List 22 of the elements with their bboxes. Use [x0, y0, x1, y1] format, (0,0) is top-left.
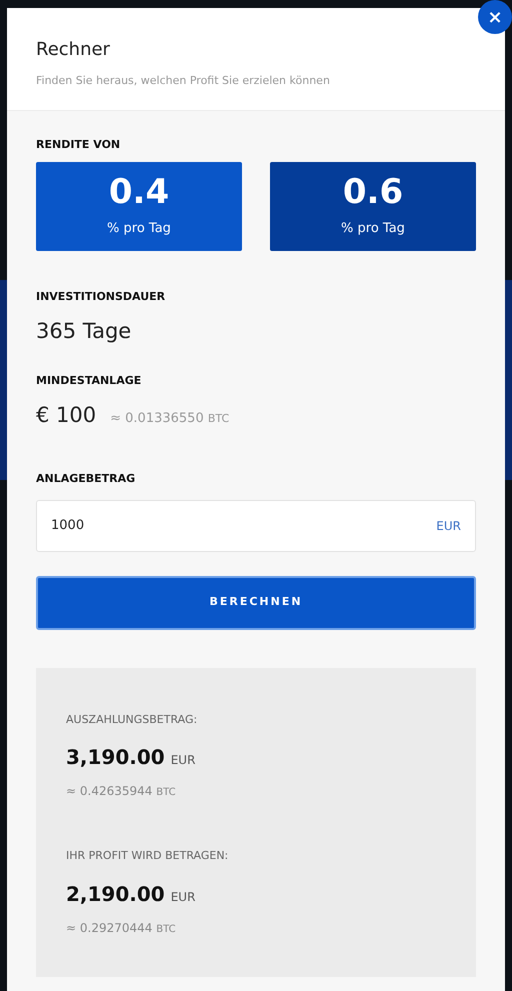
result-label: IHR PROFIT WIRD BETRAGEN:: [66, 848, 230, 864]
modal-subtitle: Finden Sie heraus, welchen Profit Sie erzielen können: [36, 73, 331, 89]
result-label: AUSZAHLUNGSBETRAG:: [66, 712, 198, 728]
section-label: MINDESTANLAGE: [36, 373, 142, 389]
rate-option[interactable]: 0.6 % pro Tag: [270, 162, 476, 251]
btc-approx: ≈ 0.01336550 BTC: [110, 410, 230, 428]
modal-title: Rechner: [36, 38, 111, 62]
minimum-value: € 100: [36, 402, 96, 428]
currency-unit: EUR: [170, 888, 196, 906]
btc-approx: ≈ 0.29270444 BTC: [66, 920, 177, 936]
duration-value: 365 Tage: [36, 318, 132, 344]
section-label: ANLAGEBETRAG: [36, 471, 136, 487]
btc-approx: ≈ 0.42635944 BTC: [66, 783, 177, 800]
calculate-button[interactable]: BERECHNEN: [36, 576, 476, 630]
section-label: RENDITE VON: [36, 136, 122, 152]
currency-unit: EUR: [170, 752, 196, 769]
result-value: 2,190.00: [66, 880, 165, 908]
rate-option[interactable]: 0.4 % pro Tag: [36, 162, 242, 251]
amount-field[interactable]: 1000 EUR: [36, 500, 476, 552]
close-button[interactable]: ×: [478, 0, 512, 34]
result-value: 3,190.00: [66, 744, 165, 771]
section-label: INVESTITIONSDAUER: [36, 289, 166, 305]
